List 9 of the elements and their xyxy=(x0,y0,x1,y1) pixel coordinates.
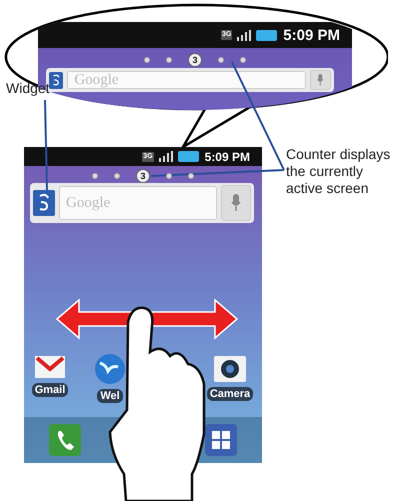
page-indicator-dot: 3 xyxy=(136,169,150,183)
page-indicator-dot: 3 xyxy=(188,53,202,67)
app-label[interactable]: Camera xyxy=(206,387,254,401)
callout-text: Widget xyxy=(6,80,50,97)
app-label[interactable]: Wel xyxy=(97,389,123,403)
clock: 5:09 PM xyxy=(283,26,340,44)
clock: 5:09 PM xyxy=(204,150,250,164)
callout-text: Counter displays the currently active screen xyxy=(286,146,392,197)
app-label[interactable]: Gmail xyxy=(32,383,68,397)
